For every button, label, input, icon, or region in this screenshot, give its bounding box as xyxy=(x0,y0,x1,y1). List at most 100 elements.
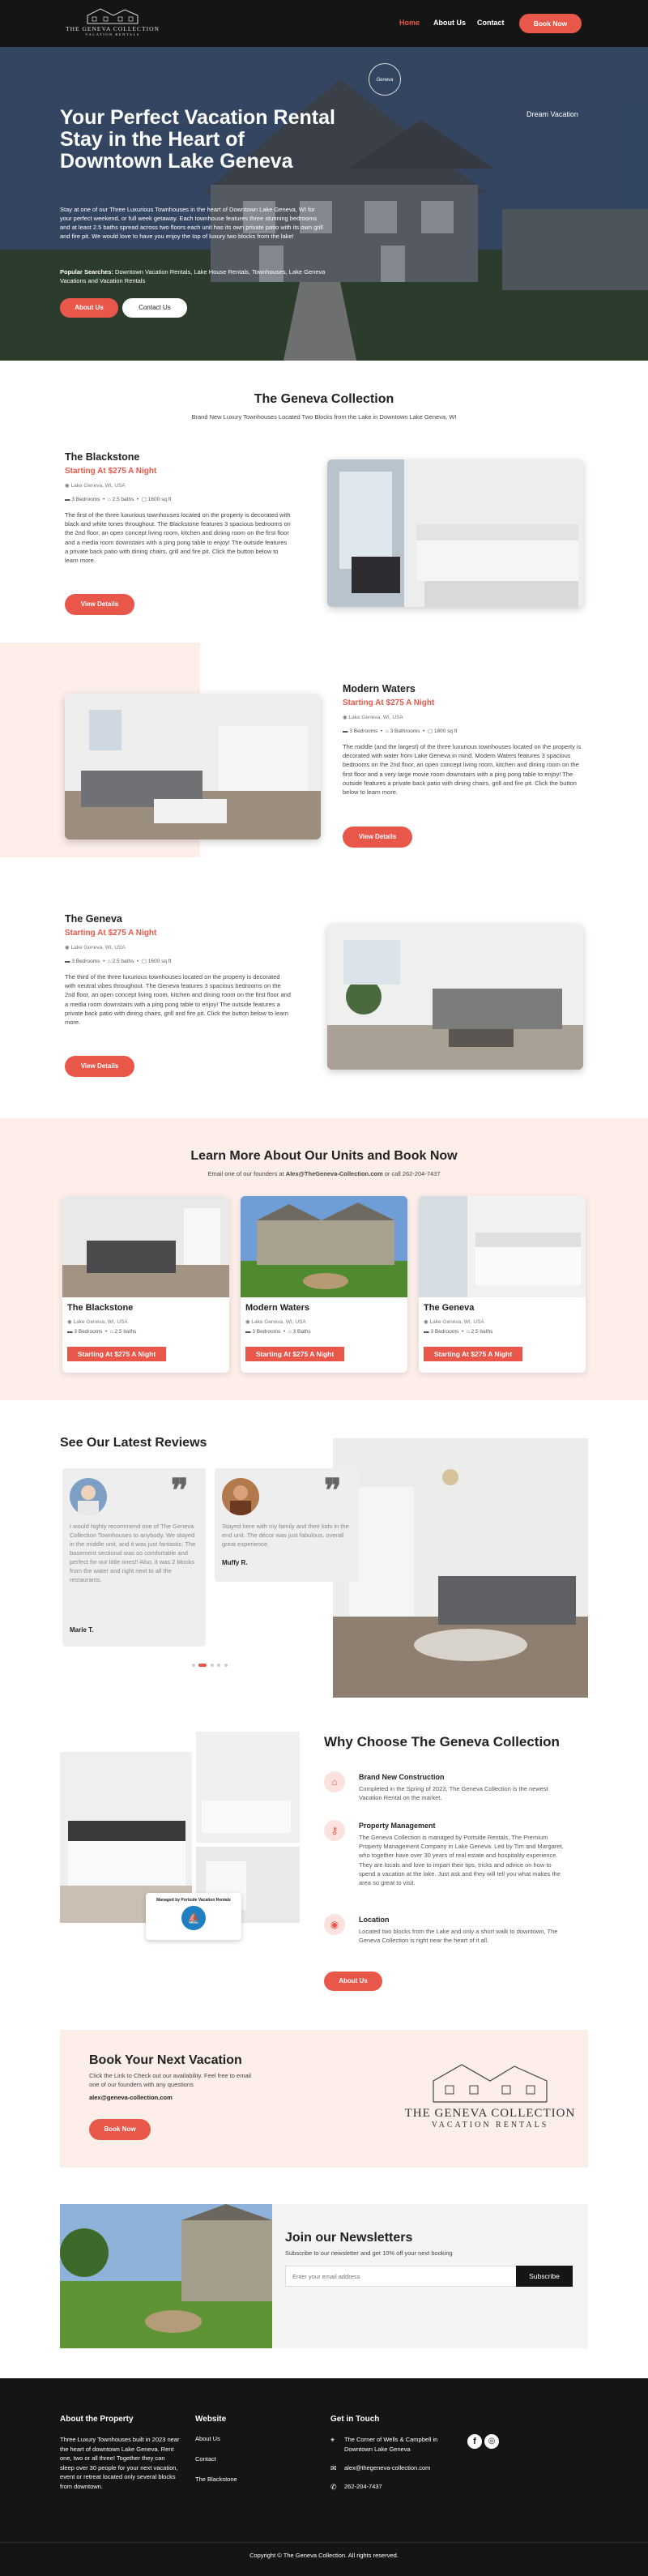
reviews-title: See Our Latest Reviews xyxy=(60,1436,207,1450)
card-price-badge: Starting At $275 A Night xyxy=(67,1347,166,1361)
property-location: ◉ Lake Geneva, WI, USA xyxy=(65,483,126,489)
card-location: ◉ Lake Geneva, WI, USA xyxy=(67,1319,128,1325)
newsletter-title: Join our Newsletters xyxy=(285,2231,413,2245)
card-image xyxy=(62,1196,229,1297)
avatar xyxy=(70,1478,107,1515)
card-price-badge: Starting At $275 A Night xyxy=(424,1347,522,1361)
learn-more-title: Learn More About Our Units and Book Now xyxy=(190,1149,458,1163)
card-location: ◉ Lake Geneva, WI, USA xyxy=(245,1319,306,1325)
hero-title: Your Perfect Vacation Rental Stay in the… xyxy=(60,106,335,173)
property-location: ◉ Lake Geneva, WI, USA xyxy=(343,715,403,720)
property-title-blackstone: The Blackstone xyxy=(65,451,140,463)
area-icon: ▢ xyxy=(141,959,148,964)
carousel-dots[interactable] xyxy=(192,1656,228,1671)
view-details-button[interactable]: View Details xyxy=(65,594,134,615)
footer-link-about[interactable]: About Us xyxy=(195,2435,220,2442)
instagram-icon[interactable]: ◎ xyxy=(484,2434,499,2449)
footer-phone[interactable]: 262-204-7437 xyxy=(344,2482,382,2492)
portside-logo-icon: ⛵ xyxy=(181,1906,206,1930)
key-icon: ⚷ xyxy=(324,1820,345,1841)
living-room-photo xyxy=(65,694,321,839)
property-title-the-geneva: The Geneva xyxy=(65,913,122,925)
nav-contact[interactable]: Contact xyxy=(477,19,505,27)
hero-script-badge: Geneva xyxy=(369,63,401,96)
property-price: Starting At $275 A Night xyxy=(65,467,157,476)
card-title: Modern Waters xyxy=(245,1303,310,1313)
hero-popular-searches: Popular Searches: Downtown Vacation Rent… xyxy=(60,268,326,284)
why-about-us-button[interactable]: About Us xyxy=(324,1972,382,1991)
site-header: THE GENEVA COLLECTION VACATION RENTALS H… xyxy=(0,0,648,47)
book-text: Click the Link to Check out our availabi… xyxy=(89,2072,251,2088)
card-title: The Blackstone xyxy=(67,1303,134,1313)
property-meta: ▬ 3 Bedrooms • ⌂ 3 Bathrooms • ▢ 1800 sq… xyxy=(343,728,458,734)
review-text: Stayed here with my family and their kid… xyxy=(222,1523,349,1548)
book-logo: THE GENEVA COLLECTION VACATION RENTALS xyxy=(397,2058,583,2130)
book-logo-title: THE GENEVA COLLECTION xyxy=(404,2107,576,2120)
property-price: Starting At $275 A Night xyxy=(343,698,435,707)
card-title: The Geneva xyxy=(424,1303,475,1313)
property-price: Starting At $275 A Night xyxy=(65,929,157,938)
book-email-link[interactable]: alex@geneva-collection.com xyxy=(89,2094,173,2101)
why-item-text: The Geneva Collection is managed by Port… xyxy=(359,1834,564,1887)
card-image xyxy=(419,1196,586,1297)
newsletter-image xyxy=(60,2204,272,2348)
nav-about-us[interactable]: About Us xyxy=(433,19,466,27)
property-meta: ▬ 3 Bedrooms • ⌂ 2.5 baths • ▢ 1600 sq f… xyxy=(65,497,172,502)
why-item-text: Located two blocks from the Lake and onl… xyxy=(359,1928,558,1945)
unit-card-modern-waters[interactable]: Modern Waters ◉ Lake Geneva, WI, USA ▬ 3… xyxy=(241,1196,407,1373)
quote-icon: ❞ xyxy=(324,1472,342,1509)
card-price-badge: Starting At $275 A Night xyxy=(245,1347,344,1361)
dream-vacation-label: Dream Vacation xyxy=(526,110,578,118)
avatar xyxy=(222,1478,259,1515)
review-card: ❞ Stayed here with my family and their k… xyxy=(215,1468,359,1582)
map-pin-icon: ⌖ xyxy=(330,2436,335,2444)
view-details-button[interactable]: View Details xyxy=(65,1056,134,1077)
header-book-now-button[interactable]: Book Now xyxy=(519,14,582,33)
property-meta: ▬ 3 Bedrooms • ⌂ 2.5 baths • ▢ 1600 sq f… xyxy=(65,959,172,964)
reviewer-name: Muffy R. xyxy=(222,1559,248,1566)
footer-link-blackstone[interactable]: The Blackstone xyxy=(195,2476,237,2483)
unit-card-blackstone[interactable]: The Blackstone ◉ Lake Geneva, WI, USA ▬ … xyxy=(62,1196,229,1373)
newsletter-subtitle: Subscribe to our newsletter and get 10% … xyxy=(285,2249,453,2257)
newsletter-email-input[interactable] xyxy=(285,2266,517,2287)
hero-description: Stay at one of our Three Luxurious Townh… xyxy=(60,206,323,240)
collection-title: The Geneva Collection xyxy=(254,392,394,406)
phone-icon: ✆ xyxy=(330,2483,337,2491)
site-logo[interactable]: THE GENEVA COLLECTION VACATION RENTALS xyxy=(60,6,165,41)
facebook-icon[interactable]: f xyxy=(467,2434,482,2449)
quote-icon: ❞ xyxy=(171,1472,189,1509)
reviews-side-image xyxy=(333,1438,588,1698)
footer-email[interactable]: alex@thegeneva-collection.com xyxy=(344,2463,430,2473)
why-item-title: Property Management xyxy=(359,1822,436,1830)
card-location: ◉ Lake Geneva, WI, USA xyxy=(424,1319,484,1325)
nav-home[interactable]: Home xyxy=(399,19,420,27)
bedroom-photo xyxy=(327,459,583,607)
house-logo-icon xyxy=(87,8,139,24)
copyright-text: Copyright © The Geneva Collection. All r… xyxy=(249,2552,399,2559)
hero-contact-us-button[interactable]: Contact Us xyxy=(122,298,187,318)
logo-subtitle: VACATION RENTALS xyxy=(85,32,140,36)
why-item-title: Location xyxy=(359,1916,390,1924)
card-meta: ▬ 3 Bedrooms • ⌂ 2.5 baths xyxy=(424,1329,493,1335)
construction-icon: ⌂ xyxy=(324,1771,345,1792)
unit-card-the-geneva[interactable]: The Geneva ◉ Lake Geneva, WI, USA ▬ 3 Be… xyxy=(419,1196,586,1373)
reviewer-name: Marie T. xyxy=(70,1626,94,1634)
property-location: ◉ Lake Geneva, WI, USA xyxy=(65,945,126,951)
hero-about-us-button[interactable]: About Us xyxy=(60,298,118,318)
book-now-button[interactable]: Book Now xyxy=(89,2119,151,2140)
property-description: The middle (and the largest) of the thre… xyxy=(343,743,582,797)
living-room-photo xyxy=(327,924,583,1070)
subscribe-button[interactable]: Subscribe xyxy=(516,2266,573,2287)
hero-section: Geneva Dream Vacation Your Perfect Vacat… xyxy=(0,47,648,361)
view-details-button[interactable]: View Details xyxy=(343,827,412,848)
property-description: The first of the three luxurious townhou… xyxy=(65,511,291,565)
area-icon: ▢ xyxy=(141,497,148,502)
why-title: Why Choose The Geneva Collection xyxy=(324,1734,560,1749)
book-logo-subtitle: VACATION RENTALS xyxy=(431,2121,549,2130)
footer-website-title: Website xyxy=(195,2415,227,2424)
portside-badge: Managed by Portside Vacation Rentals ⛵ xyxy=(146,1893,241,1940)
footer-link-contact[interactable]: Contact xyxy=(195,2455,216,2463)
footer-contact-title: Get in Touch xyxy=(330,2415,380,2424)
founder-email-link[interactable]: Alex@TheGeneva-Collection.com xyxy=(286,1170,383,1177)
collection-subtitle: Brand New Luxury Townhouses Located Two … xyxy=(191,413,457,421)
